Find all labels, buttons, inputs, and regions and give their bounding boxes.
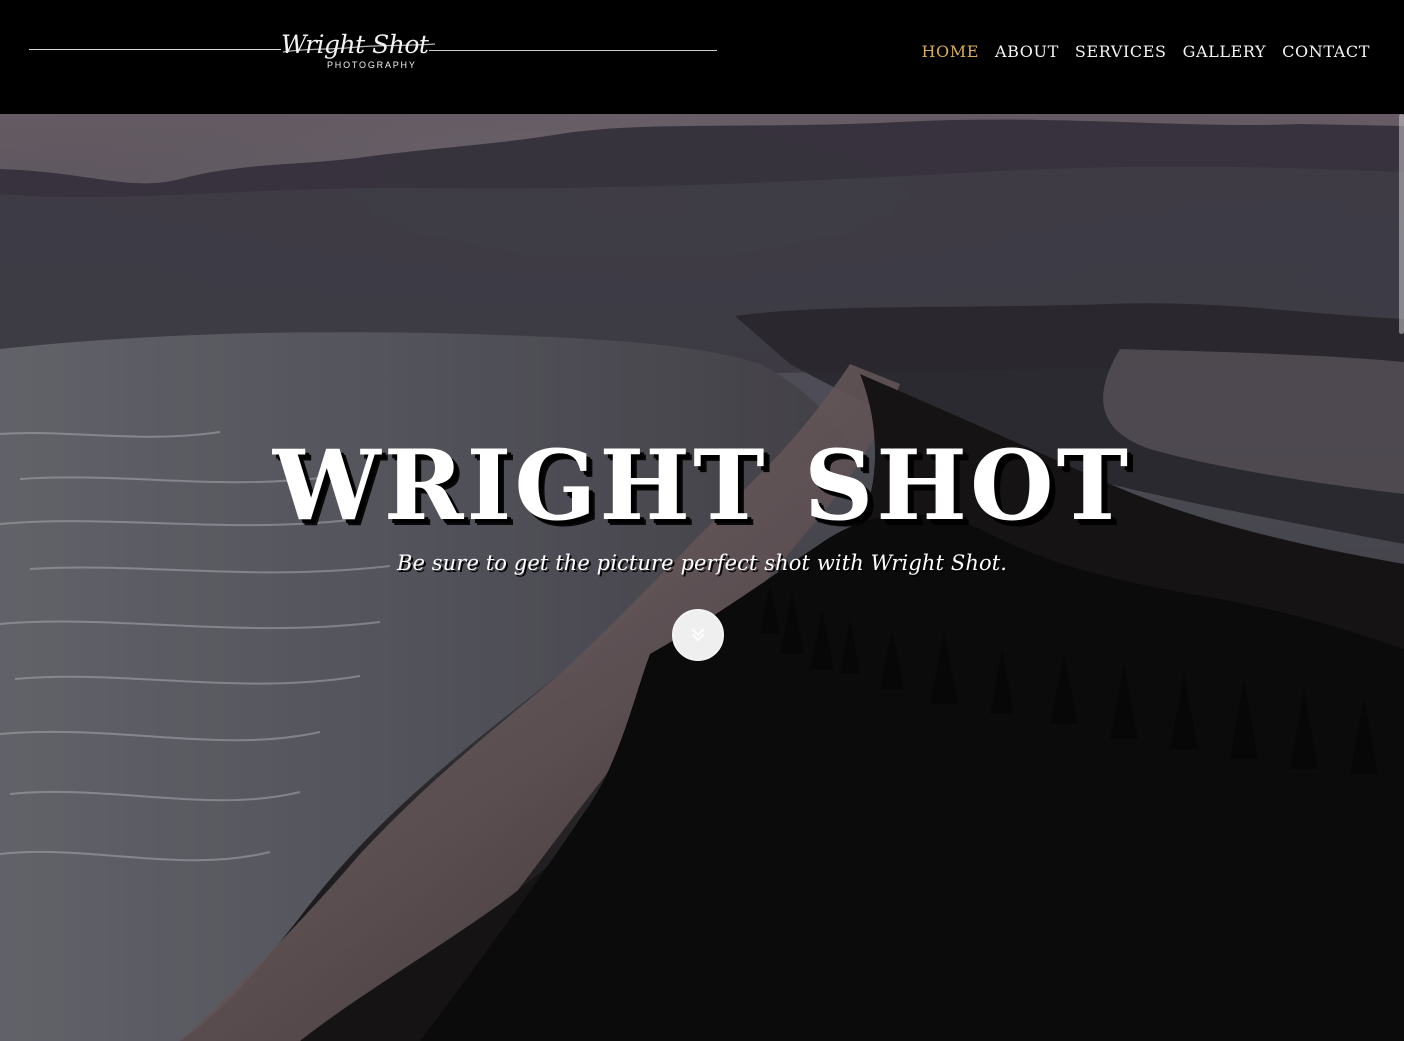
scroll-down-button[interactable] — [672, 609, 724, 661]
logo-divider-left — [29, 49, 281, 50]
logo-subtitle: PHOTOGRAPHY — [327, 60, 417, 70]
hero-section: WRIGHT SHOT Be sure to get the picture p… — [0, 114, 1404, 1041]
hero-subtitle: Be sure to get the picture perfect shot … — [396, 551, 1008, 575]
double-chevron-down-icon — [692, 629, 704, 641]
hero-background-image — [0, 114, 1404, 1041]
nav-gallery[interactable]: GALLERY — [1183, 41, 1267, 63]
nav-home[interactable]: HOME — [921, 41, 979, 63]
nav-contact[interactable]: CONTACT — [1282, 41, 1370, 63]
logo-divider-right — [429, 50, 717, 51]
logo-link[interactable]: Wright Shot PHOTOGRAPHY — [29, 30, 717, 76]
page: Wright Shot PHOTOGRAPHY HOME ABOUT SERVI… — [0, 0, 1404, 1041]
main-nav: HOME ABOUT SERVICES GALLERY CONTACT — [921, 41, 1370, 63]
scrollbar-thumb[interactable] — [1399, 114, 1404, 334]
nav-about[interactable]: ABOUT — [995, 41, 1059, 63]
nav-services[interactable]: SERVICES — [1075, 41, 1167, 63]
site-header: Wright Shot PHOTOGRAPHY HOME ABOUT SERVI… — [0, 0, 1404, 114]
hero-title: WRIGHT SHOT — [272, 429, 1132, 543]
